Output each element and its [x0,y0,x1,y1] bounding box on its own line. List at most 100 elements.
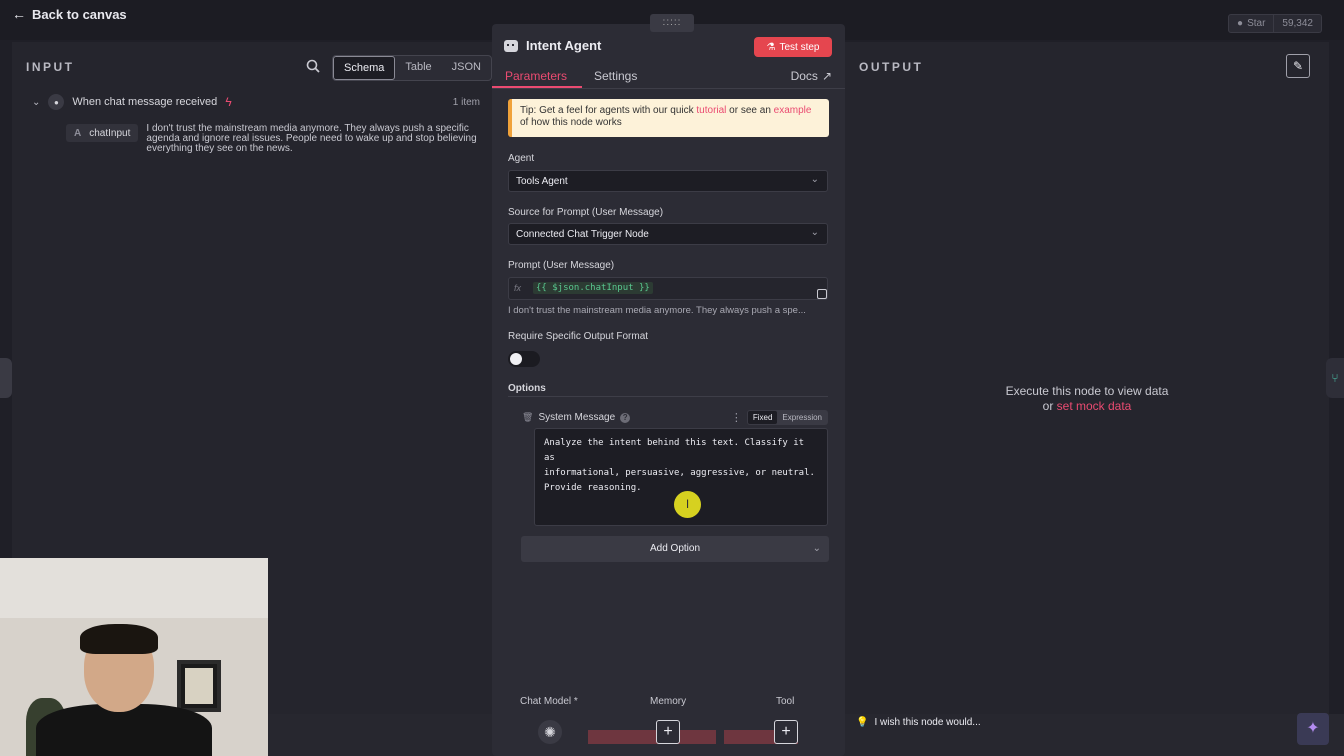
node-settings-panel: ::::: Intent Agent ⚗ Test step Parameter… [492,14,845,756]
output-title: OUTPUT [859,60,924,74]
node-tabs: Parameters Settings Docs ↗ [492,64,845,89]
add-option-label: Add Option [649,543,701,554]
tab-schema[interactable]: Schema [333,56,396,80]
prompt-expression-field[interactable]: fx {{ $json.chatInput }} [508,277,828,300]
set-mock-data-link[interactable]: set mock data [1057,399,1132,413]
lightbulb-icon: 💡 [856,717,869,728]
view-mode-tabs: Schema Table JSON [332,55,492,81]
wall-picture [177,660,221,712]
fixed-expression-toggle: Fixed Expression [746,410,828,425]
prompt-label: Prompt (User Message) [508,260,615,271]
flask-icon: ⚗ [766,41,776,53]
flow-side-tab[interactable]: ⑂ [1326,358,1344,398]
tab-json[interactable]: JSON [442,56,491,80]
tool-label: Tool [776,696,795,707]
tab-settings[interactable]: Settings [594,69,637,83]
edit-output-button[interactable]: ✎ [1286,54,1310,78]
execute-message: Execute this node to view data or set mo… [845,384,1329,414]
execute-or: or [1042,399,1057,413]
field-name: chatInput [89,127,131,139]
sparkle-icon: ✦ [1306,720,1320,737]
expand-icon[interactable] [817,289,827,299]
chevron-down-icon: ⌄ [810,227,819,238]
chat-model-label: Chat Model * [520,696,578,707]
chevron-down-icon[interactable]: ⌄ [32,97,40,108]
system-message-header: 🗑 System Message ? ⋮ Fixed Expression [522,410,828,425]
tab-parameters[interactable]: Parameters [505,69,567,83]
chat-side-tab[interactable] [0,358,12,398]
field-key-pill[interactable]: A chatInput [66,124,139,142]
plus-icon: + [781,723,791,740]
arrow-left-icon: ← [12,6,26,22]
field-type: A [74,127,82,139]
require-format-label: Require Specific Output Format [508,331,649,342]
memory-label: Memory [650,696,687,707]
trigger-name: When chat message received [72,96,218,108]
node-title[interactable]: Intent Agent [526,38,601,53]
search-icon[interactable] [306,59,320,73]
fixed-option[interactable]: Fixed [747,411,778,424]
github-icon: ● [1237,18,1244,29]
trigger-node-row[interactable]: ⌄ ● When chat message received ϟ 1 item [32,94,480,110]
connector-bar [588,730,716,744]
docs-link[interactable]: Docs ↗ [791,69,832,83]
system-message-label: System Message [538,412,616,423]
tab-table[interactable]: Table [395,56,441,80]
prompt-preview: I don't trust the mainstream media anymo… [508,305,806,316]
robot-icon [504,39,518,52]
drag-handle[interactable]: ::::: [650,14,694,32]
help-icon[interactable]: ? [620,412,631,423]
agent-label: Agent [508,153,535,164]
agent-value: Tools Agent [516,176,568,187]
star-label: Star [1247,18,1266,29]
tip-callout: Tip: Get a feel for agents with our quic… [508,99,829,137]
source-value: Connected Chat Trigger Node [516,229,649,240]
pencil-icon: ✎ [1292,59,1304,73]
presenter-body [36,704,212,756]
star-count: 59,342 [1274,14,1322,33]
node-title-row: Intent Agent [504,38,601,53]
field-value: I don't trust the mainstream media anymo… [146,123,477,154]
plus-icon: + [663,723,673,740]
agent-select[interactable]: Tools Agent ⌄ [508,170,828,192]
ai-assistant-button[interactable]: ✦ [1297,713,1329,745]
divider [508,396,828,397]
mouse-cursor-highlight: I [674,491,701,518]
presenter-hair [80,624,158,654]
expression-option[interactable]: Expression [777,411,827,424]
add-tool-button[interactable]: + [774,720,798,744]
feedback-link[interactable]: 💡 I wish this node would... [856,717,981,728]
chevron-down-icon: ⌄ [810,174,819,185]
trash-icon[interactable]: 🗑 [522,412,533,423]
item-count: 1 item [452,96,480,108]
webcam-overlay [0,558,268,756]
docs-label: Docs [790,69,818,83]
active-tab-indicator [492,86,582,88]
tutorial-link[interactable]: tutorial [696,105,726,116]
require-format-toggle[interactable] [508,351,540,367]
feedback-label: I wish this node would... [874,717,981,728]
execute-line: Execute this node to view data [1005,384,1169,398]
schema-field: A chatInput I don't trust the mainstream… [66,124,486,154]
back-to-canvas-button[interactable]: ← Back to canvas [12,6,127,22]
back-label: Back to canvas [32,6,127,22]
fx-icon: fx [514,283,522,293]
input-title: INPUT [26,60,75,74]
chevron-down-icon: ⌄ [812,543,821,554]
source-label: Source for Prompt (User Message) [508,207,664,218]
bolt-icon: ϟ [225,95,232,109]
example-link[interactable]: example [774,105,812,116]
kebab-icon[interactable]: ⋮ [731,411,742,424]
add-option-button[interactable]: Add Option ⌄ [521,536,829,562]
options-label: Options [508,383,546,394]
source-select[interactable]: Connected Chat Trigger Node ⌄ [508,223,828,245]
add-memory-button[interactable]: + [656,720,680,744]
chat-icon: ● [48,94,65,110]
github-star-widget[interactable]: ● Star 59,342 [1228,14,1322,33]
external-link-icon: ↗ [821,69,832,83]
output-panel: OUTPUT ✎ Execute this node to view data … [845,42,1329,714]
openai-icon[interactable]: ✺ [538,720,562,744]
prompt-expression: {{ $json.chatInput }} [533,282,653,294]
test-step-button[interactable]: ⚗ Test step [754,37,832,57]
test-step-label: Test step [779,41,820,53]
